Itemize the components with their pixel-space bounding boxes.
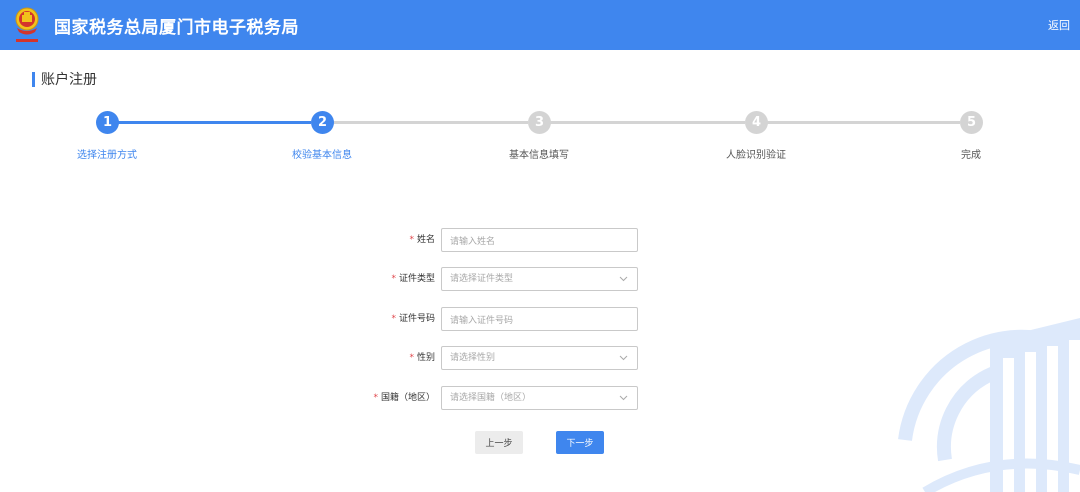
step-5-circle: 5 bbox=[960, 111, 983, 134]
chevron-down-icon bbox=[619, 276, 628, 282]
top-header: 国家税务总局厦门市电子税务局 返回 bbox=[0, 0, 1080, 50]
prev-step-button[interactable]: 上一步 bbox=[475, 431, 523, 454]
back-link[interactable]: 返回 bbox=[1048, 17, 1070, 33]
name-input[interactable] bbox=[442, 231, 637, 253]
id-type-label-text: 证件类型 bbox=[398, 274, 435, 284]
required-mark: * bbox=[391, 274, 396, 284]
step-2-circle: 2 bbox=[311, 111, 334, 134]
step-4-label: 人脸识别验证 bbox=[726, 150, 786, 161]
gender-select[interactable]: 请选择性别 bbox=[441, 346, 638, 370]
step-3-circle: 3 bbox=[528, 111, 551, 134]
step-1-label: 选择注册方式 bbox=[77, 150, 137, 161]
id-number-input-box bbox=[441, 307, 638, 332]
form-row-name: * 姓名 bbox=[0, 228, 1080, 253]
step-2-label: 校验基本信息 bbox=[292, 150, 352, 161]
required-mark: * bbox=[391, 314, 396, 324]
page-title: 账户注册 bbox=[41, 72, 97, 88]
step-5-label: 完成 bbox=[961, 150, 981, 161]
required-mark: * bbox=[409, 235, 414, 245]
chevron-down-icon bbox=[619, 355, 628, 361]
nationality-label: * 国籍（地区） bbox=[373, 386, 435, 410]
id-type-label: * 证件类型 bbox=[391, 267, 435, 291]
step-connector-1 bbox=[118, 121, 311, 124]
step-connector-4 bbox=[767, 121, 960, 124]
site-title: 国家税务总局厦门市电子税务局 bbox=[54, 18, 299, 38]
step-connector-2 bbox=[333, 121, 528, 124]
step-4-circle: 4 bbox=[745, 111, 768, 134]
tax-logo-watermark-icon bbox=[898, 318, 1080, 492]
id-type-select[interactable]: 请选择证件类型 bbox=[441, 267, 638, 291]
gender-label-text: 性别 bbox=[416, 353, 435, 363]
name-input-box bbox=[441, 228, 638, 253]
step-1-circle: 1 bbox=[96, 111, 119, 134]
required-mark: * bbox=[373, 393, 378, 403]
required-mark: * bbox=[409, 353, 414, 363]
tax-emblem-icon bbox=[15, 7, 39, 42]
page-title-container: 账户注册 bbox=[32, 71, 97, 88]
step-3-label: 基本信息填写 bbox=[509, 150, 569, 161]
chevron-down-icon bbox=[619, 395, 628, 401]
nationality-placeholder: 请选择国籍（地区） bbox=[450, 393, 532, 403]
id-number-label: * 证件号码 bbox=[391, 307, 435, 331]
form-row-id-type: * 证件类型 请选择证件类型 bbox=[0, 267, 1080, 291]
name-label: * 姓名 bbox=[409, 228, 435, 252]
name-label-text: 姓名 bbox=[416, 235, 435, 245]
gender-placeholder: 请选择性别 bbox=[450, 353, 496, 363]
nationality-select[interactable]: 请选择国籍（地区） bbox=[441, 386, 638, 410]
id-number-input[interactable] bbox=[442, 310, 637, 332]
id-number-label-text: 证件号码 bbox=[398, 314, 435, 324]
title-accent-bar bbox=[32, 71, 35, 87]
id-type-placeholder: 请选择证件类型 bbox=[450, 274, 514, 284]
next-step-button[interactable]: 下一步 bbox=[556, 431, 604, 454]
gender-label: * 性别 bbox=[409, 346, 435, 370]
nationality-label-text: 国籍（地区） bbox=[380, 393, 435, 403]
step-connector-3 bbox=[550, 121, 745, 124]
